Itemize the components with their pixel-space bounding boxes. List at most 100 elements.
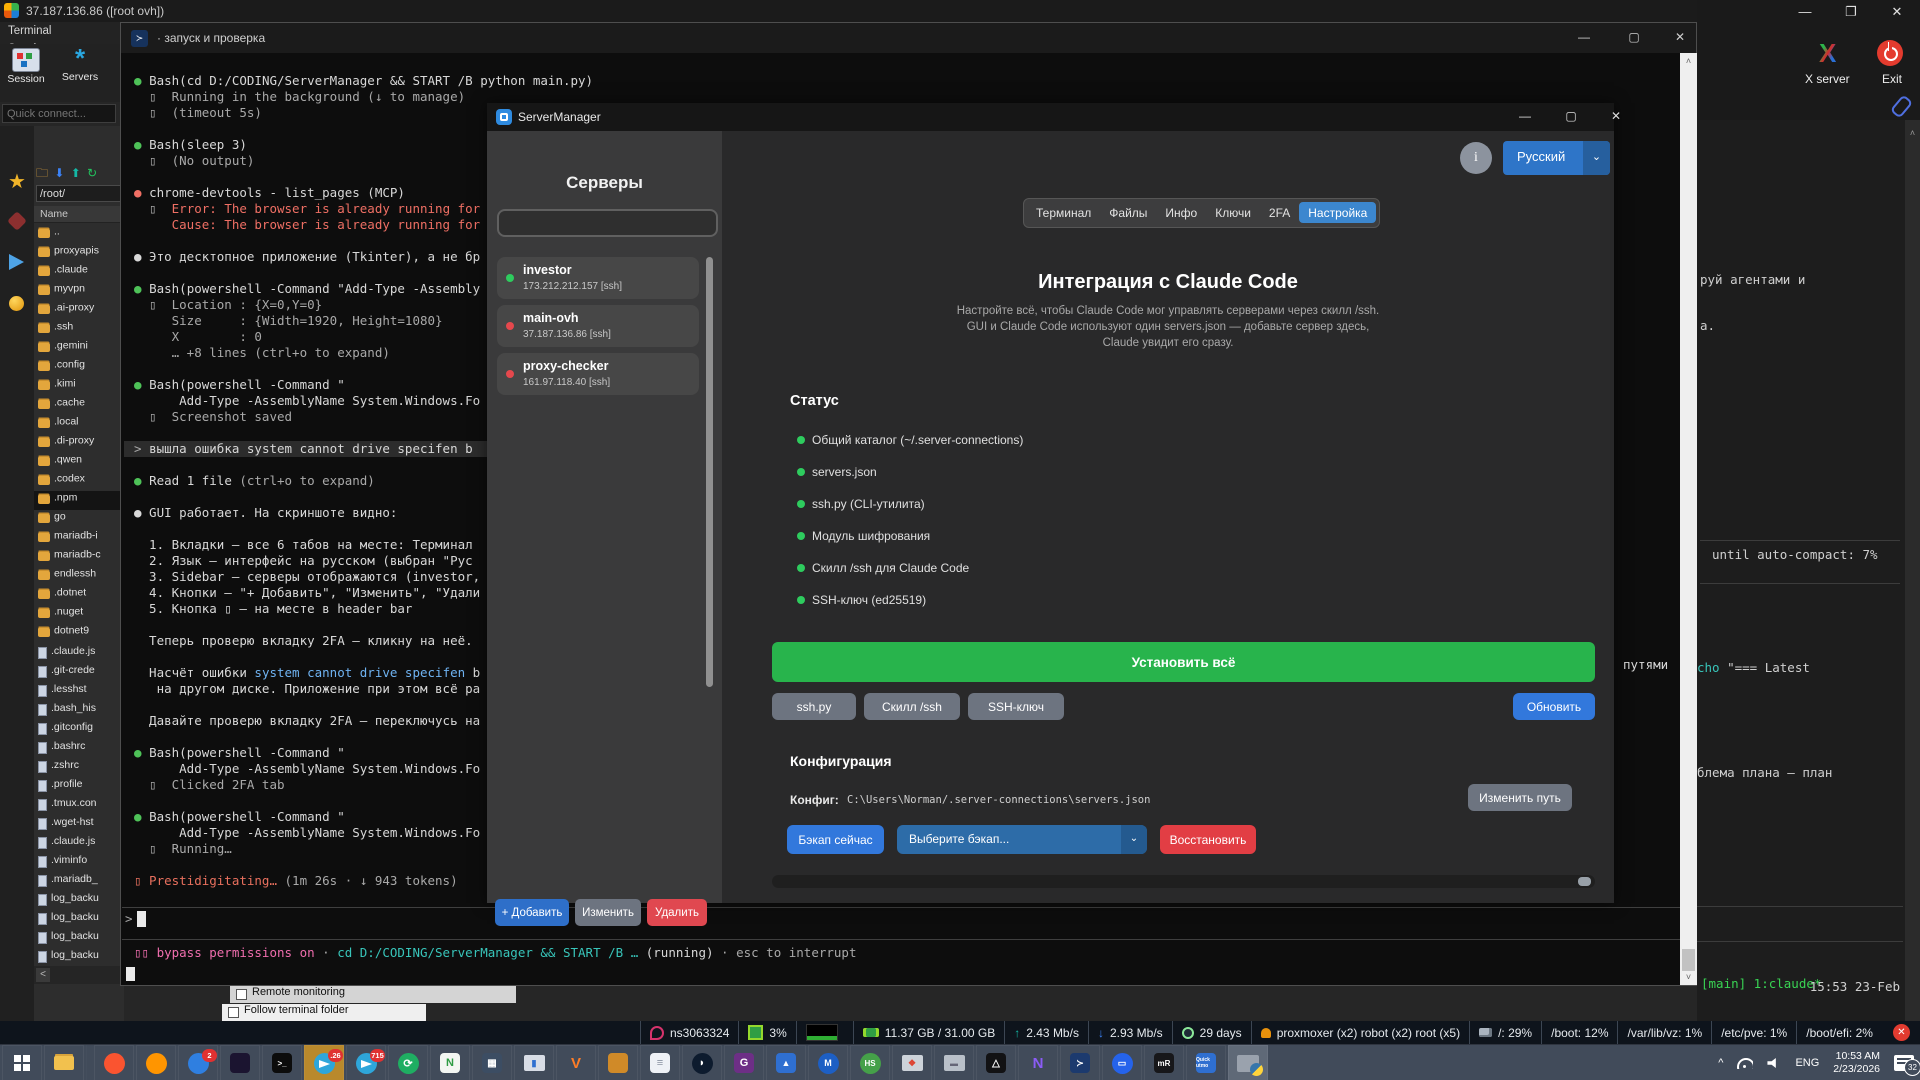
taskbar-icon-calculator[interactable]: ▦: [472, 1045, 512, 1080]
maximize-button[interactable]: ❐: [1836, 2, 1866, 22]
file-row[interactable]: .cache: [34, 396, 124, 415]
taskbar-icon-dark-circle-app[interactable]: ◗: [682, 1045, 722, 1080]
scroll-left-icon[interactable]: <: [36, 968, 50, 982]
taskbar-icon-sync[interactable]: ⟳: [388, 1045, 428, 1080]
taskbar-icon-sysmon[interactable]: ▬: [934, 1045, 974, 1080]
file-row[interactable]: go: [34, 510, 124, 529]
menu-terminal[interactable]: Terminal: [0, 22, 59, 40]
server-item-main-ovh[interactable]: main-ovh 37.187.136.86 [ssh]: [497, 305, 699, 347]
file-row[interactable]: .bash_his: [34, 700, 124, 719]
taskbar-icon-powershell[interactable]: ≻: [1060, 1045, 1100, 1080]
file-row[interactable]: .bashrc: [34, 738, 124, 757]
taskbar-icon-firefox-blue[interactable]: 2: [178, 1045, 218, 1080]
taskbar-icon-photo-viewer[interactable]: ▮: [514, 1045, 554, 1080]
file-row[interactable]: dotnet9: [34, 624, 124, 643]
servers-button[interactable]: * Servers: [56, 45, 104, 83]
taskbar-icon-file-explorer[interactable]: [44, 1045, 84, 1080]
file-row[interactable]: mariadb-i: [34, 529, 124, 548]
file-row[interactable]: .viminfo: [34, 852, 124, 871]
tray-clock[interactable]: 10:53 AM 2/23/2026: [1833, 1050, 1880, 1076]
sm-maximize-button[interactable]: ▢: [1556, 109, 1586, 127]
taskbar-icon-v-tool[interactable]: V: [556, 1045, 596, 1080]
close-button[interactable]: ✕: [1882, 2, 1912, 22]
follow-terminal-folder-checkbox[interactable]: [228, 1007, 239, 1018]
taskbar-icon-start[interactable]: [2, 1045, 42, 1080]
tray-chevron-icon[interactable]: ^: [1718, 1057, 1723, 1069]
taskbar-icon-heidisql[interactable]: HS: [850, 1045, 890, 1080]
taskbar-icon-brave[interactable]: [94, 1045, 134, 1080]
file-row[interactable]: .nuget: [34, 605, 124, 624]
server-item-proxy-checker[interactable]: proxy-checker 161.97.118.40 [ssh]: [497, 353, 699, 395]
exit-power-icon[interactable]: [1877, 40, 1903, 66]
paperclip-icon[interactable]: [1889, 94, 1914, 119]
file-hscrollbar[interactable]: <: [34, 966, 124, 984]
remote-monitoring-row[interactable]: Remote monitoring: [230, 986, 516, 1003]
restore-button[interactable]: Восстановить: [1160, 825, 1256, 854]
taskbar-icon-blue-pet[interactable]: M: [808, 1045, 848, 1080]
taskbar-icon-prism[interactable]: △: [976, 1045, 1016, 1080]
scroll-up-icon[interactable]: ˄: [1680, 54, 1697, 68]
info-button[interactable]: i: [1460, 142, 1492, 174]
quick-connect-input[interactable]: [2, 104, 116, 123]
taskbar-icon-toolbox[interactable]: [598, 1045, 638, 1080]
tab-Файлы[interactable]: Файлы: [1100, 202, 1156, 223]
exit-label[interactable]: Exit: [1882, 72, 1902, 86]
file-row[interactable]: .gemini: [34, 339, 124, 358]
text-cursor[interactable]: [137, 911, 146, 927]
file-row[interactable]: myvpn: [34, 282, 124, 301]
file-row[interactable]: .git-crede: [34, 662, 124, 681]
session-button[interactable]: Session: [2, 46, 50, 85]
file-row[interactable]: .ai-proxy: [34, 301, 124, 320]
x-server-label[interactable]: X server: [1805, 72, 1850, 86]
backup-now-button[interactable]: Бэкап сейчас: [787, 825, 884, 854]
remote-monitoring-checkbox[interactable]: [236, 989, 247, 1000]
tool-button-SSH-ключ[interactable]: SSH-ключ: [968, 693, 1064, 720]
taskbar-icon-telegram-2[interactable]: 715: [346, 1045, 386, 1080]
input-language[interactable]: ENG: [1795, 1057, 1819, 1069]
add-server-button[interactable]: + Добавить: [495, 899, 569, 926]
refresh-icon[interactable]: ↻: [87, 166, 97, 180]
file-row[interactable]: .zshrc: [34, 757, 124, 776]
remote-terminal-scrollbar[interactable]: ˄: [1905, 120, 1920, 1021]
minimize-button[interactable]: —: [1790, 2, 1820, 22]
edit-server-button[interactable]: Изменить: [575, 899, 641, 926]
sm-close-button[interactable]: ✕: [1601, 109, 1631, 127]
refresh-button[interactable]: Обновить: [1513, 693, 1595, 720]
file-row[interactable]: .di-proxy: [34, 434, 124, 453]
favorites-star-icon[interactable]: ★: [7, 172, 27, 192]
macros-icon[interactable]: [7, 211, 27, 231]
file-row[interactable]: .qwen: [34, 453, 124, 472]
scrollbar-thumb[interactable]: [1682, 949, 1695, 971]
taskbar-icon-photos[interactable]: ▲: [766, 1045, 806, 1080]
upload-icon[interactable]: ⬆: [71, 166, 81, 180]
taskbar-icon-g-purple[interactable]: G: [724, 1045, 764, 1080]
tab-2FA[interactable]: 2FA: [1260, 202, 1299, 223]
file-row[interactable]: .npm: [34, 491, 124, 510]
language-dropdown[interactable]: Русский ⌄: [1503, 141, 1610, 175]
taskbar-icon-teamviewer[interactable]: ▭: [1102, 1045, 1142, 1080]
file-row[interactable]: .claude.js: [34, 643, 124, 662]
taskbar-icon-notes[interactable]: ≡: [640, 1045, 680, 1080]
file-row[interactable]: .tmux.con: [34, 795, 124, 814]
file-row[interactable]: .codex: [34, 472, 124, 491]
file-row[interactable]: .config: [34, 358, 124, 377]
monitoring-close-icon[interactable]: ✕: [1893, 1024, 1910, 1041]
files-column-header[interactable]: Name: [34, 206, 124, 223]
scroll-up-icon[interactable]: ˄: [1905, 128, 1920, 138]
scroll-down-icon[interactable]: ˅: [1680, 970, 1697, 984]
path-input[interactable]: [36, 185, 122, 202]
notification-icon[interactable]: 32: [1894, 1055, 1920, 1076]
file-row[interactable]: .profile: [34, 776, 124, 795]
delete-server-button[interactable]: Удалить: [647, 899, 707, 926]
file-row[interactable]: endlessh: [34, 567, 124, 586]
server-search-input[interactable]: [497, 209, 718, 237]
file-row[interactable]: log_backu: [34, 928, 124, 947]
backup-select-dropdown[interactable]: Выберите бэкап... ⌄: [897, 825, 1147, 854]
tab-Инфо[interactable]: Инфо: [1156, 202, 1206, 223]
file-row[interactable]: .claude.js: [34, 833, 124, 852]
install-all-button[interactable]: Установить всё: [772, 642, 1595, 682]
scrollbar-thumb[interactable]: [1578, 877, 1591, 886]
download-icon[interactable]: ⬇: [54, 166, 64, 180]
file-row[interactable]: .lesshst: [34, 681, 124, 700]
file-row[interactable]: .claude: [34, 263, 124, 282]
